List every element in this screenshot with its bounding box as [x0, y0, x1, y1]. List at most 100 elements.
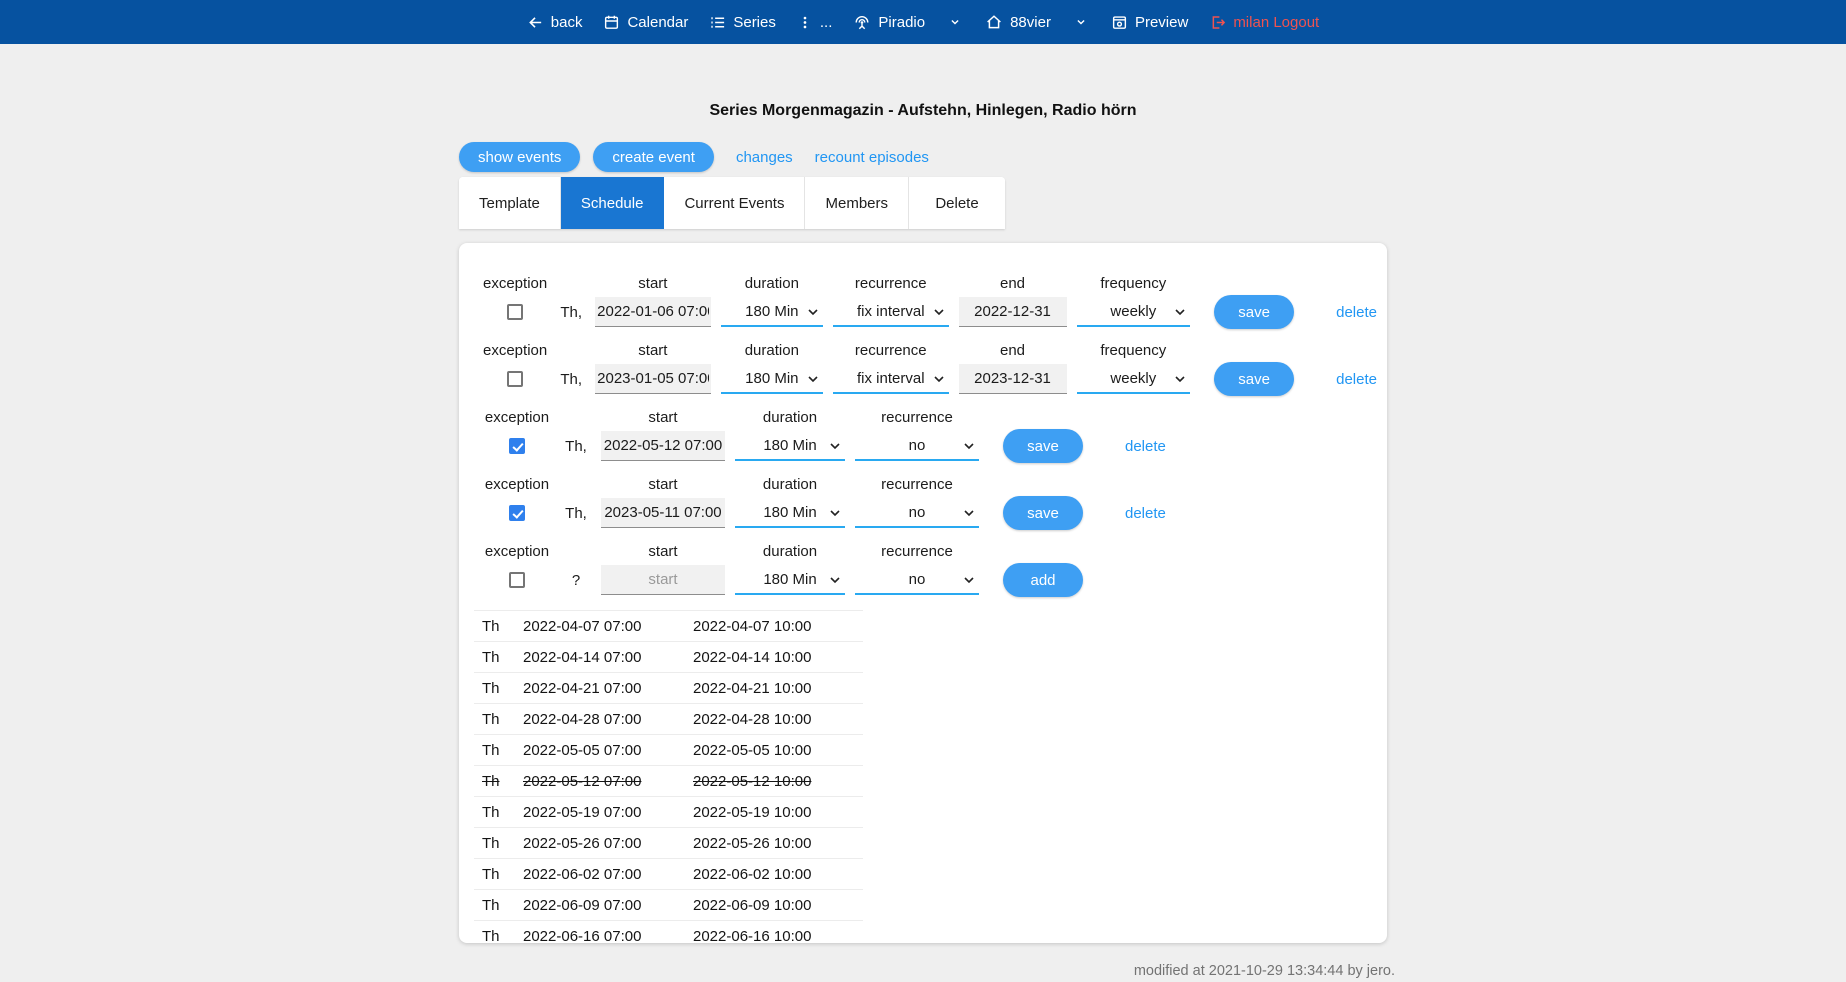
recount-episodes-link[interactable]: recount episodes	[815, 149, 929, 166]
show-events-button[interactable]: show events	[459, 142, 580, 172]
tab-template[interactable]: Template	[459, 177, 561, 229]
nav-calendar[interactable]: Calendar	[603, 14, 688, 31]
exception-label: exception	[483, 275, 547, 295]
chevron-down-icon	[964, 443, 974, 450]
event-row: Th2022-05-05 07:002022-05-05 10:00	[474, 734, 863, 765]
event-start: 2022-05-26 07:00	[523, 835, 693, 852]
start-input[interactable]	[601, 431, 725, 461]
save-button[interactable]: save	[1214, 362, 1294, 396]
duration-select[interactable]: 180 Min	[735, 498, 845, 528]
exception-checkbox[interactable]	[509, 438, 525, 454]
delete-link[interactable]: delete	[1336, 371, 1377, 388]
exception-label: exception	[483, 409, 551, 429]
event-row: Th2022-06-16 07:002022-06-16 10:00	[474, 920, 863, 943]
duration-select[interactable]: 180 Min	[735, 565, 845, 595]
day-label: ?	[561, 563, 591, 597]
duration-select[interactable]: 180 Min	[735, 431, 845, 461]
event-row: Th2022-04-28 07:002022-04-28 10:00	[474, 703, 863, 734]
recurrence-label: recurrence	[833, 342, 948, 362]
duration-select[interactable]: 180 Min	[721, 364, 823, 394]
chevron-down-icon	[830, 443, 840, 450]
recurrence-select[interactable]: no	[855, 498, 979, 528]
create-event-button[interactable]: create event	[593, 142, 714, 172]
event-start: 2022-04-14 07:00	[523, 649, 693, 666]
event-end: 2022-05-05 10:00	[693, 742, 863, 759]
tab-bar: Template Schedule Current Events Members…	[459, 177, 1005, 229]
schedule-row: exception Th, start duration 180 Min rec…	[483, 275, 1387, 329]
top-navbar: back Calendar Series ... Piradio 88vier …	[0, 0, 1846, 44]
changes-link[interactable]: changes	[736, 149, 793, 166]
start-input[interactable]	[601, 565, 725, 595]
start-input[interactable]	[601, 498, 725, 528]
event-start: 2022-04-21 07:00	[523, 680, 693, 697]
nav-piradio[interactable]: Piradio	[853, 13, 925, 31]
chevron-down-icon	[808, 309, 818, 316]
exception-checkbox[interactable]	[507, 371, 523, 387]
day-label: Th,	[561, 429, 591, 463]
exception-checkbox[interactable]	[509, 505, 525, 521]
actions-row: show events create event changes recount…	[459, 142, 1387, 172]
chevron-down-icon	[808, 376, 818, 383]
day-label: Th,	[557, 362, 585, 396]
start-label: start	[601, 476, 725, 496]
chevron-down-icon	[964, 510, 974, 517]
tab-current-events[interactable]: Current Events	[664, 177, 805, 229]
duration-label: duration	[735, 409, 845, 429]
save-button[interactable]: save	[1003, 496, 1083, 530]
event-row: Th2022-04-07 07:002022-04-07 10:00	[474, 610, 863, 641]
end-input[interactable]	[959, 364, 1067, 394]
exception-checkbox[interactable]	[509, 572, 525, 588]
list-icon	[709, 14, 726, 31]
frequency-select[interactable]: weekly	[1077, 297, 1191, 327]
event-day: Th	[482, 835, 523, 852]
events-table: Th2022-04-07 07:002022-04-07 10:00Th2022…	[474, 610, 863, 943]
piradio-chevron-icon[interactable]	[948, 15, 962, 29]
event-end: 2022-04-07 10:00	[693, 618, 863, 635]
event-day: Th	[482, 680, 523, 697]
duration-select[interactable]: 180 Min	[721, 297, 823, 327]
recurrence-select[interactable]: no	[855, 565, 979, 595]
schedule-card: exception Th, start duration 180 Min rec…	[459, 243, 1387, 943]
delete-link[interactable]: delete	[1125, 505, 1166, 522]
start-label: start	[601, 543, 725, 563]
event-end: 2022-04-21 10:00	[693, 680, 863, 697]
recurrence-select[interactable]: no	[855, 431, 979, 461]
nav-more[interactable]: ...	[797, 14, 833, 31]
frequency-select[interactable]: weekly	[1077, 364, 1191, 394]
delete-link[interactable]: delete	[1125, 438, 1166, 455]
tab-members[interactable]: Members	[805, 177, 909, 229]
event-row: Th2022-05-26 07:002022-05-26 10:00	[474, 827, 863, 858]
tab-schedule[interactable]: Schedule	[561, 177, 665, 229]
nav-series[interactable]: Series	[709, 14, 776, 31]
nav-station[interactable]: 88vier	[985, 13, 1051, 31]
duration-label: duration	[721, 275, 823, 295]
antenna-icon	[853, 13, 871, 31]
start-input[interactable]	[595, 297, 710, 327]
end-input[interactable]	[959, 297, 1067, 327]
start-input[interactable]	[595, 364, 710, 394]
chevron-down-icon	[934, 376, 944, 383]
recurrence-select[interactable]: fix interval	[833, 364, 948, 394]
event-day: Th	[482, 866, 523, 883]
station-chevron-icon[interactable]	[1074, 15, 1088, 29]
nav-back[interactable]: back	[527, 14, 583, 31]
nav-logout[interactable]: milan Logout	[1209, 14, 1319, 31]
schedule-row: exception Th, start duration 180 Min rec…	[483, 476, 1387, 530]
nav-preview[interactable]: Preview	[1111, 14, 1188, 31]
delete-link[interactable]: delete	[1336, 304, 1377, 321]
recurrence-select[interactable]: fix interval	[833, 297, 948, 327]
exception-checkbox[interactable]	[507, 304, 523, 320]
event-start: 2022-04-07 07:00	[523, 618, 693, 635]
start-label: start	[595, 275, 710, 295]
save-button[interactable]: save	[1003, 429, 1083, 463]
chevron-down-icon	[830, 510, 840, 517]
preview-icon	[1111, 14, 1128, 31]
more-vert-icon	[797, 14, 813, 31]
event-day: Th	[482, 711, 523, 728]
day-label: Th,	[561, 496, 591, 530]
add-button[interactable]: add	[1003, 563, 1083, 597]
save-button[interactable]: save	[1214, 295, 1294, 329]
tab-delete[interactable]: Delete	[909, 177, 1005, 229]
event-start: 2022-05-05 07:00	[523, 742, 693, 759]
event-day: Th	[482, 773, 523, 790]
